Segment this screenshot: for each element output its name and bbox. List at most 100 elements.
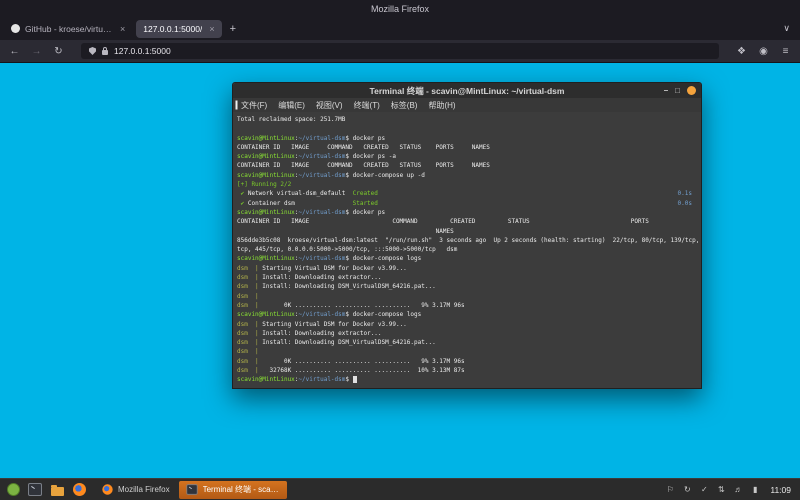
terminal-line: dsm | 0K .......... .......... .........… bbox=[237, 301, 697, 310]
shield-permissions-icon[interactable] bbox=[89, 47, 96, 55]
terminal-text: 0K .......... .......... .......... 9% 3… bbox=[258, 301, 465, 309]
terminal-line: ✔ Network virtual-dsm_default Created 0.1… bbox=[237, 189, 697, 198]
lock-icon[interactable] bbox=[102, 46, 108, 55]
url-bar[interactable]: 127.0.0.1:5000 bbox=[81, 43, 719, 59]
security-shield-icon[interactable]: ✓ bbox=[699, 485, 709, 494]
terminal-text: scavin@MintLinux bbox=[237, 153, 295, 161]
terminal-line: dsm | 32768K .......... .......... .....… bbox=[237, 366, 697, 375]
extensions-icon[interactable]: ❖ bbox=[734, 46, 749, 57]
taskbar-window-button[interactable]: Terminal 终端 - scavin@Mi... bbox=[178, 480, 287, 499]
minimize-button[interactable]: – bbox=[664, 86, 668, 95]
terminal-text: Install: Downloading extractor... bbox=[258, 329, 382, 337]
account-icon[interactable]: ◉ bbox=[756, 46, 771, 57]
terminal-line: dsm | bbox=[237, 347, 697, 356]
terminal-menu-item[interactable]: 编辑(E) bbox=[278, 100, 305, 111]
terminal-text: CONTAINER ID IMAGE COMMAND CREATED STATU… bbox=[237, 143, 490, 151]
terminal-text: $ docker ps bbox=[345, 134, 386, 142]
terminal-line: NAMES bbox=[237, 227, 697, 236]
clock[interactable]: 11:09 bbox=[770, 485, 791, 495]
terminal-text: dsm | bbox=[237, 329, 259, 337]
terminal-line: 856dde3b5c08 kroese/virtual-dsm:latest "… bbox=[237, 236, 699, 245]
terminal-text: $ docker ps -a bbox=[345, 153, 396, 161]
firefox-nav-bar: ← → ↻ 127.0.0.1:5000 ❖ ◉ ≡ bbox=[0, 40, 800, 63]
notifications-icon[interactable]: ⚐ bbox=[665, 485, 675, 494]
terminal-line: dsm | Install: Downloading extractor... bbox=[237, 329, 697, 338]
terminal-text: 0.1s bbox=[677, 190, 692, 198]
terminal-line: CONTAINER ID IMAGE COMMAND CREATED STATU… bbox=[237, 161, 697, 170]
terminal-line: tcp, 445/tcp, 0.0.0.0:5000->5000/tcp, ::… bbox=[237, 245, 697, 254]
terminal-launcher-button[interactable] bbox=[26, 481, 44, 499]
tab-close-icon[interactable]: × bbox=[209, 24, 214, 34]
terminal-text: Install: Downloading DSM_VirtualDSM_6421… bbox=[258, 339, 436, 347]
terminal-line: [+] Running 2/2 bbox=[237, 180, 697, 189]
terminal-text: Starting Virtual DSM for Docker v3.99... bbox=[258, 320, 407, 328]
browser-tab[interactable]: GitHub - kroese/virtual-dsm × bbox=[4, 20, 132, 38]
terminal-text: Network virtual-dsm_default bbox=[244, 190, 353, 198]
terminal-text: dsm | bbox=[237, 320, 259, 328]
terminal-menu-item[interactable]: 标签(B) bbox=[391, 100, 418, 111]
terminal-window-icon bbox=[185, 484, 198, 495]
new-tab-button[interactable]: + bbox=[222, 23, 244, 35]
terminal-menu-item[interactable]: 视图(V) bbox=[316, 100, 343, 111]
terminal-text: Created bbox=[352, 190, 378, 198]
forward-button[interactable]: → bbox=[29, 46, 44, 57]
reload-button[interactable]: ↻ bbox=[51, 46, 66, 57]
browser-tab[interactable]: 127.0.0.1:5000/ × bbox=[136, 19, 222, 38]
terminal-text: ~/virtual-dsm bbox=[298, 376, 346, 384]
firefox-titlebar[interactable]: Mozilla Firefox bbox=[0, 0, 800, 17]
taskbar-launchers bbox=[4, 481, 88, 499]
close-button[interactable] bbox=[687, 86, 696, 95]
firefox-launcher-button[interactable] bbox=[70, 481, 88, 499]
terminal-line: dsm | 0K .......... .......... .........… bbox=[237, 357, 697, 366]
terminal-menu-item[interactable]: 文件(F) bbox=[241, 100, 267, 111]
window-button-label: Mozilla Firefox bbox=[118, 485, 170, 494]
terminal-output[interactable]: Total reclaimed space: 251.7MB scavin@Mi… bbox=[233, 112, 701, 388]
github-favicon-icon bbox=[11, 24, 20, 33]
terminal-line: CONTAINER ID IMAGE COMMAND CREATED STATU… bbox=[237, 143, 697, 152]
firefox-titlebar-title: Mozilla Firefox bbox=[370, 3, 429, 14]
volume-icon[interactable]: ♬ bbox=[733, 485, 743, 494]
browser-viewport: Terminal 终端 - scavin@MintLinux: ~/virtua… bbox=[0, 63, 800, 478]
terminal-text: $ docker-compose logs bbox=[345, 255, 422, 263]
terminal-line: dsm | Install: Downloading DSM_VirtualDS… bbox=[237, 282, 697, 291]
updates-icon[interactable]: ↻ bbox=[682, 485, 692, 494]
mint-menu-icon bbox=[6, 483, 20, 496]
terminal-titlebar[interactable]: Terminal 终端 - scavin@MintLinux: ~/virtua… bbox=[233, 83, 701, 98]
terminal-text: dsm | bbox=[237, 292, 259, 300]
terminal-text: tcp, 445/tcp, 0.0.0.0:5000->5000/tcp, ::… bbox=[237, 246, 458, 254]
firefox-tab-bar: GitHub - kroese/virtual-dsm×127.0.0.1:50… bbox=[0, 17, 800, 40]
terminal-title: Terminal 终端 - scavin@MintLinux: ~/virtua… bbox=[369, 85, 565, 96]
window-button-label: Terminal 终端 - scavin@Mi... bbox=[202, 485, 281, 494]
terminal-text: ~/virtual-dsm bbox=[298, 153, 346, 161]
files-launcher-icon bbox=[50, 484, 64, 496]
maximize-button[interactable]: □ bbox=[675, 86, 680, 95]
network-icon[interactable]: ⇅ bbox=[716, 485, 726, 494]
terminal-menu-item[interactable]: 帮助(H) bbox=[428, 100, 455, 111]
menu-icon[interactable]: ≡ bbox=[778, 46, 793, 57]
terminal-text: $ docker-compose logs bbox=[345, 311, 422, 319]
terminal-line: dsm | Starting Virtual DSM for Docker v3… bbox=[237, 264, 697, 273]
terminal-text: dsm | bbox=[237, 348, 259, 356]
desktop: Mozilla Firefox GitHub - kroese/virtual-… bbox=[0, 0, 800, 500]
terminal-menu-item[interactable]: 终端(T) bbox=[354, 100, 380, 111]
tab-close-icon[interactable]: × bbox=[120, 24, 125, 34]
list-all-tabs-button[interactable]: ∨ bbox=[777, 23, 796, 34]
terminal-line: CONTAINER ID IMAGE COMMAND CREATED STATU… bbox=[237, 217, 697, 226]
terminal-text: 856dde3b5c08 kroese/virtual-dsm:latest "… bbox=[237, 236, 701, 244]
terminal-text: dsm | bbox=[237, 283, 259, 291]
files-launcher-button[interactable] bbox=[48, 481, 66, 499]
terminal-text: $ docker ps bbox=[345, 208, 386, 216]
firefox-window-icon bbox=[102, 484, 113, 495]
terminal-line: scavin@MintLinux:~/virtual-dsm$ docker p… bbox=[237, 134, 697, 143]
taskbar-window-button[interactable]: Mozilla Firefox bbox=[95, 481, 176, 499]
terminal-text: scavin@MintLinux bbox=[237, 255, 295, 263]
power-icon[interactable]: ▮ bbox=[750, 485, 760, 494]
terminal-line: dsm | bbox=[237, 292, 697, 301]
terminal-text: dsm | bbox=[237, 357, 259, 365]
terminal-text: NAMES bbox=[237, 227, 454, 235]
mint-menu-button[interactable] bbox=[4, 481, 22, 499]
url-text[interactable]: 127.0.0.1:5000 bbox=[114, 46, 171, 56]
terminal-launcher-icon bbox=[28, 483, 42, 496]
back-button[interactable]: ← bbox=[7, 46, 22, 57]
